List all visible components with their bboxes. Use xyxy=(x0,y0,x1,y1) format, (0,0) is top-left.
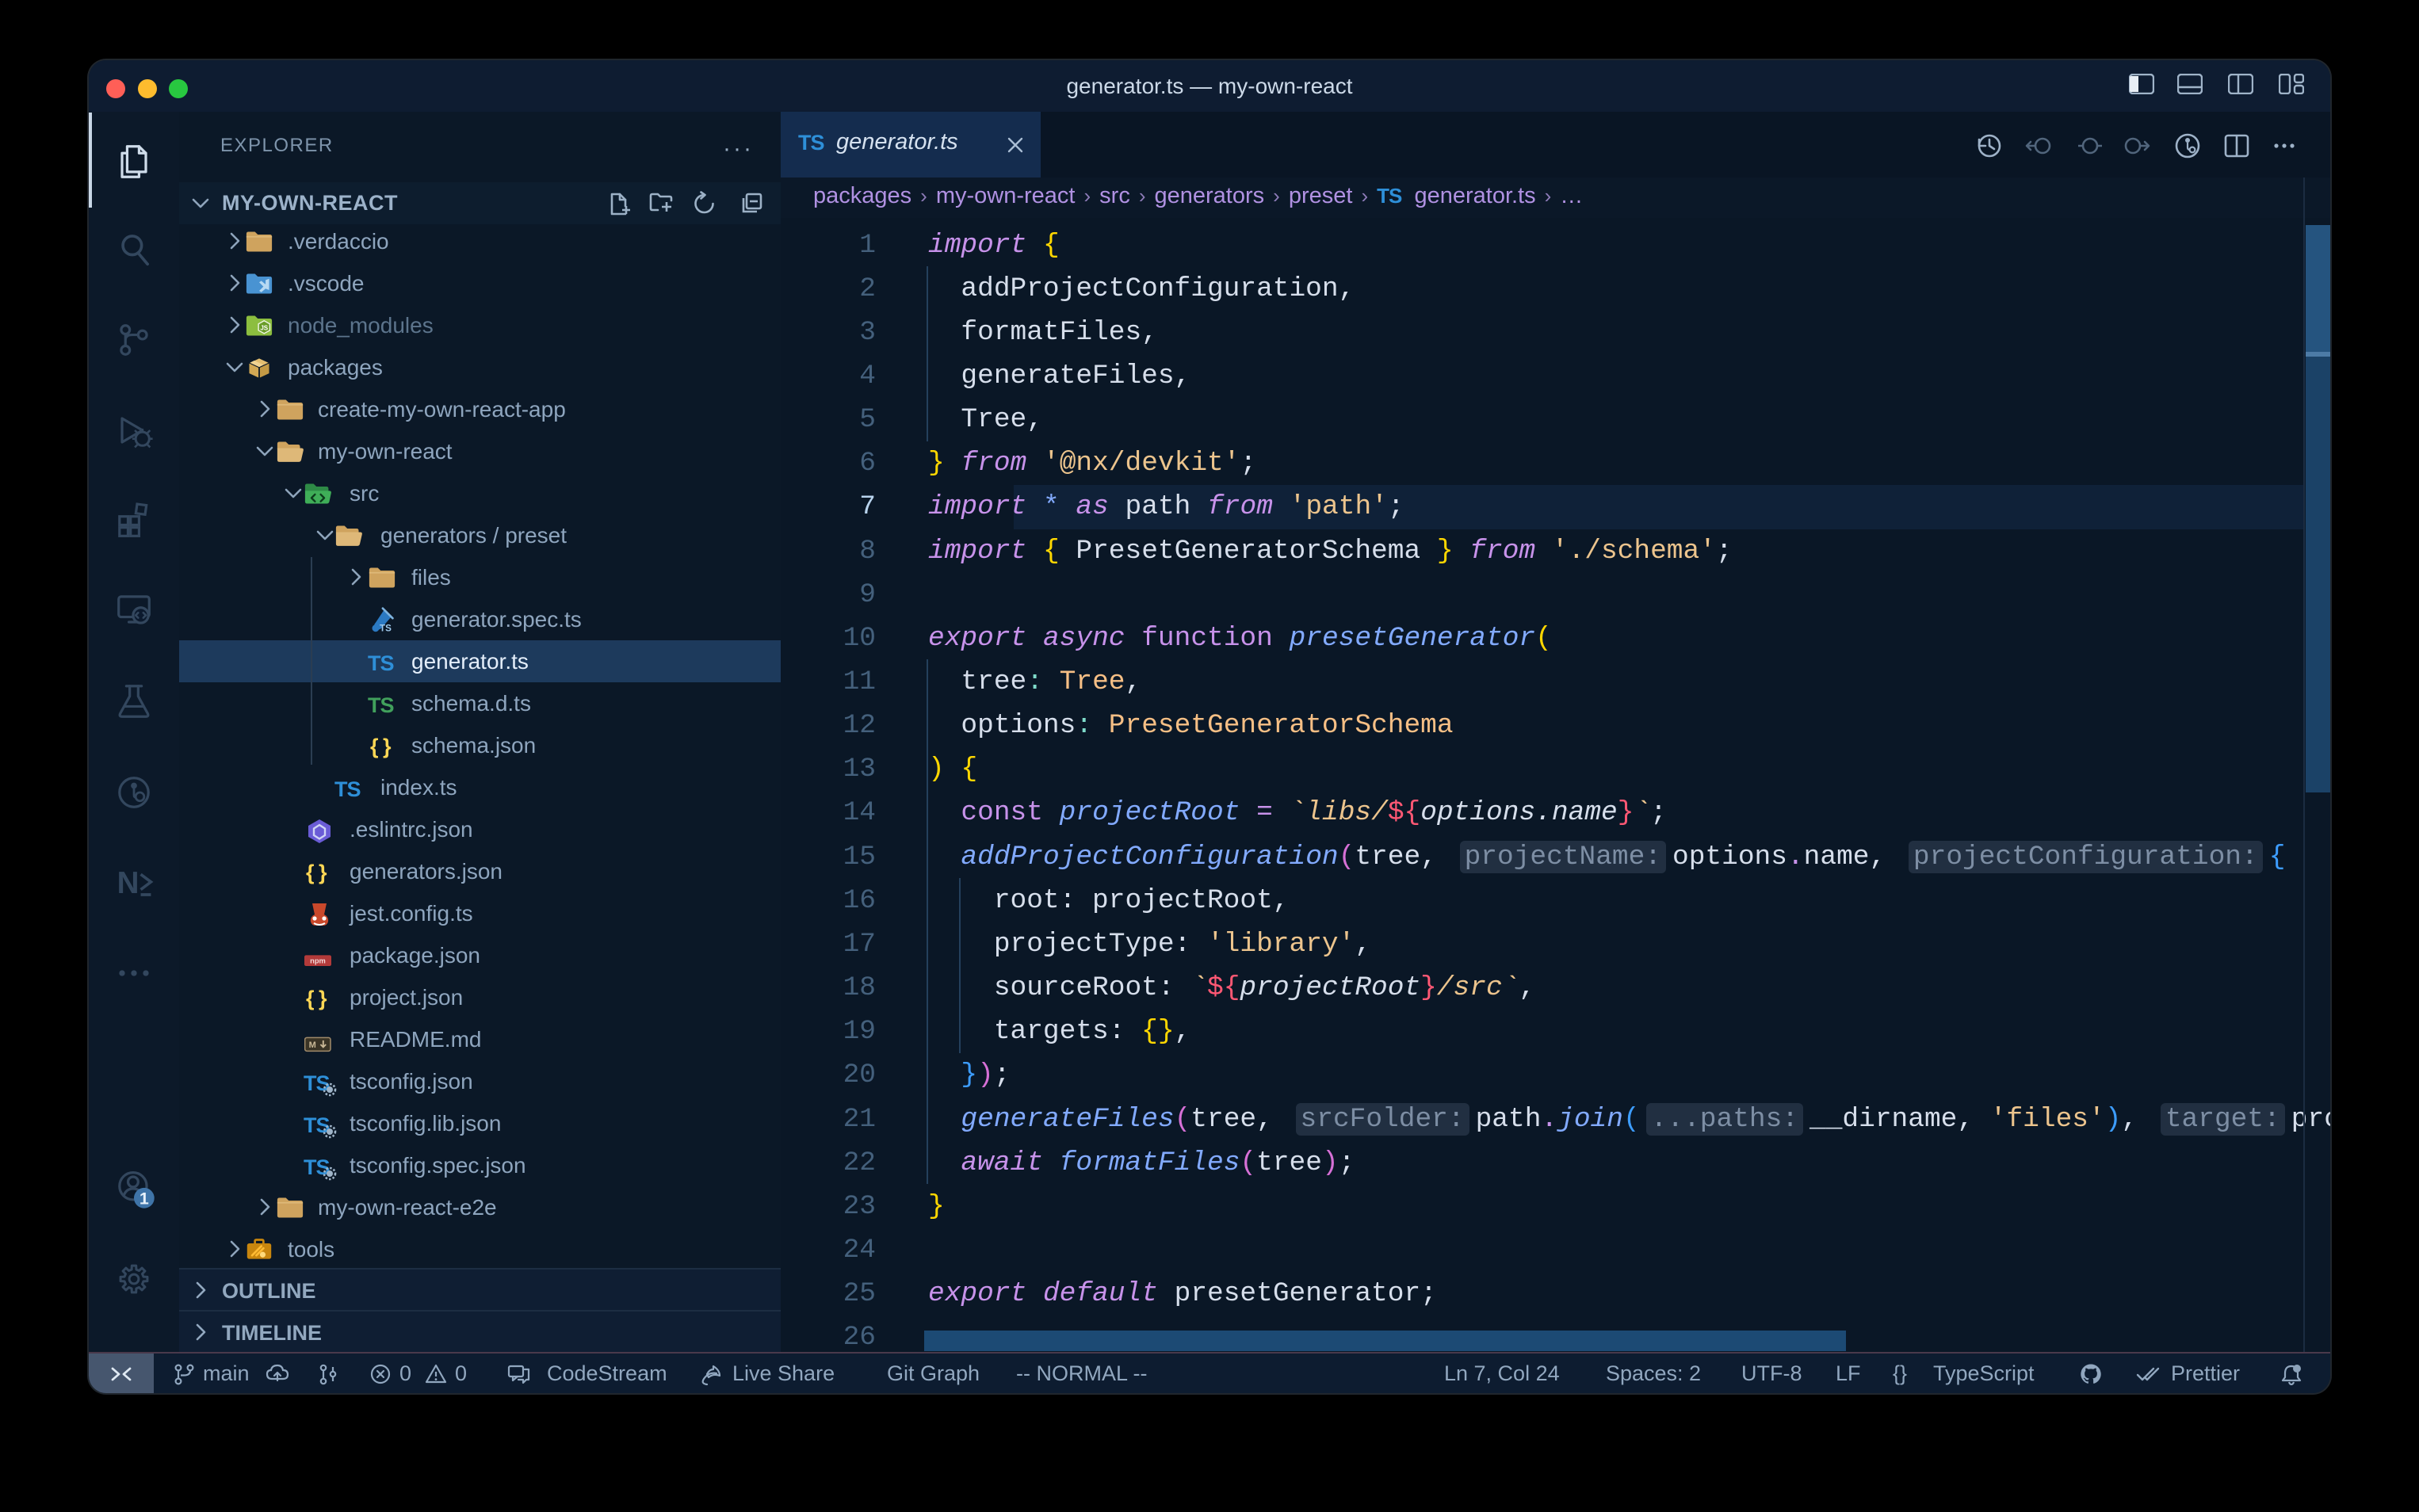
svg-text:M: M xyxy=(309,1040,316,1050)
svg-text:TS: TS xyxy=(380,623,392,633)
svg-text:1: 1 xyxy=(139,1189,149,1208)
svg-text:N: N xyxy=(117,866,139,900)
svg-text:npm: npm xyxy=(310,957,326,965)
svg-text:JS: JS xyxy=(260,324,268,331)
